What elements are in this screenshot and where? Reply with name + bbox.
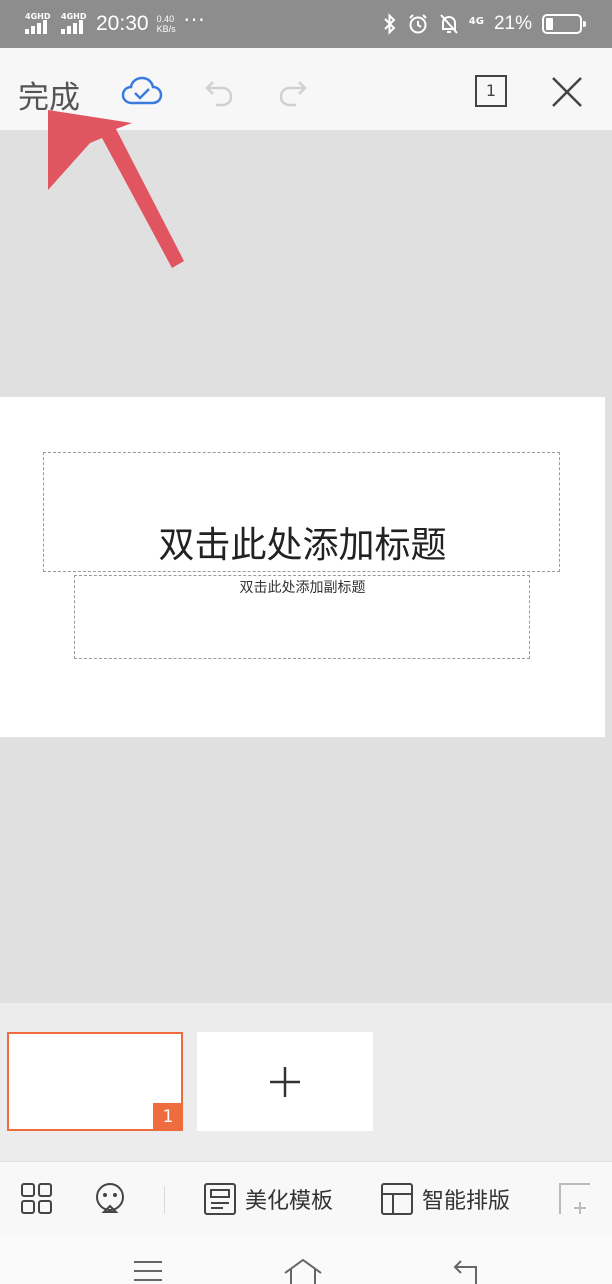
template-icon — [204, 1183, 236, 1215]
beautify-template-button[interactable]: 美化模板 — [203, 1162, 333, 1236]
title-placeholder[interactable]: 双击此处添加标题 — [0, 524, 605, 568]
battery-fill — [546, 18, 553, 30]
undo-icon[interactable] — [196, 70, 240, 114]
close-icon[interactable] — [545, 70, 589, 114]
home-icon[interactable] — [282, 1257, 324, 1284]
beautify-template-label: 美化模板 — [245, 1189, 334, 1214]
back-icon[interactable] — [448, 1257, 482, 1284]
redo-icon[interactable] — [272, 70, 316, 114]
smart-layout-label: 智能排版 — [422, 1189, 511, 1214]
more-notifications-icon: ··· — [183, 8, 206, 32]
system-navigation-bar — [0, 1235, 612, 1284]
slide-number-badge: 1 — [153, 1103, 183, 1131]
slide-thumbnail[interactable]: 1 — [7, 1032, 183, 1131]
assistant-icon — [96, 1183, 124, 1213]
battery-icon — [542, 14, 586, 34]
subtitle-placeholder[interactable]: 双击此处添加副标题 — [0, 577, 605, 597]
more-tools-button[interactable] — [558, 1162, 592, 1236]
smart-layout-button[interactable]: 智能排版 — [380, 1162, 510, 1236]
page-count: 1 — [485, 81, 497, 100]
network-speed: 0.40 KB/s — [157, 14, 176, 34]
page-count-button[interactable]: 1 — [469, 70, 513, 114]
bottom-toolbar: 美化模板 智能排版 — [0, 1161, 612, 1235]
slide-canvas[interactable]: 双击此处添加标题 双击此处添加副标题 — [0, 397, 605, 737]
signal-icon-2: 4GHD — [60, 13, 88, 35]
alarm-icon — [409, 14, 427, 34]
done-button[interactable]: 完成 — [18, 72, 80, 117]
plus-icon — [270, 1066, 300, 1097]
clock: 20:30 — [96, 12, 149, 35]
assistant-button[interactable] — [92, 1162, 128, 1236]
status-bar: 4GHD 4GHD 20:30 0.40 KB/s ··· 4G 21% — [0, 0, 612, 48]
add-slide-button[interactable] — [197, 1032, 373, 1131]
speed-value: 0.40 — [156, 14, 175, 24]
apps-button[interactable] — [20, 1162, 54, 1236]
mute-icon — [440, 14, 458, 34]
speed-unit: KB/s — [156, 24, 176, 34]
cloud-sync-icon[interactable] — [120, 70, 164, 114]
layout-icon — [381, 1183, 413, 1215]
menu-icon[interactable] — [132, 1257, 164, 1284]
slide-thumbnails: 1 — [0, 1003, 612, 1161]
add-box-icon — [559, 1183, 590, 1214]
network-type: 4G — [468, 15, 484, 27]
bluetooth-icon — [384, 13, 396, 35]
signal-icon: 4GHD — [24, 13, 52, 35]
grid-icon — [21, 1183, 52, 1214]
top-toolbar: 完成 1 — [0, 48, 612, 130]
battery-percent: 21% — [493, 13, 532, 34]
